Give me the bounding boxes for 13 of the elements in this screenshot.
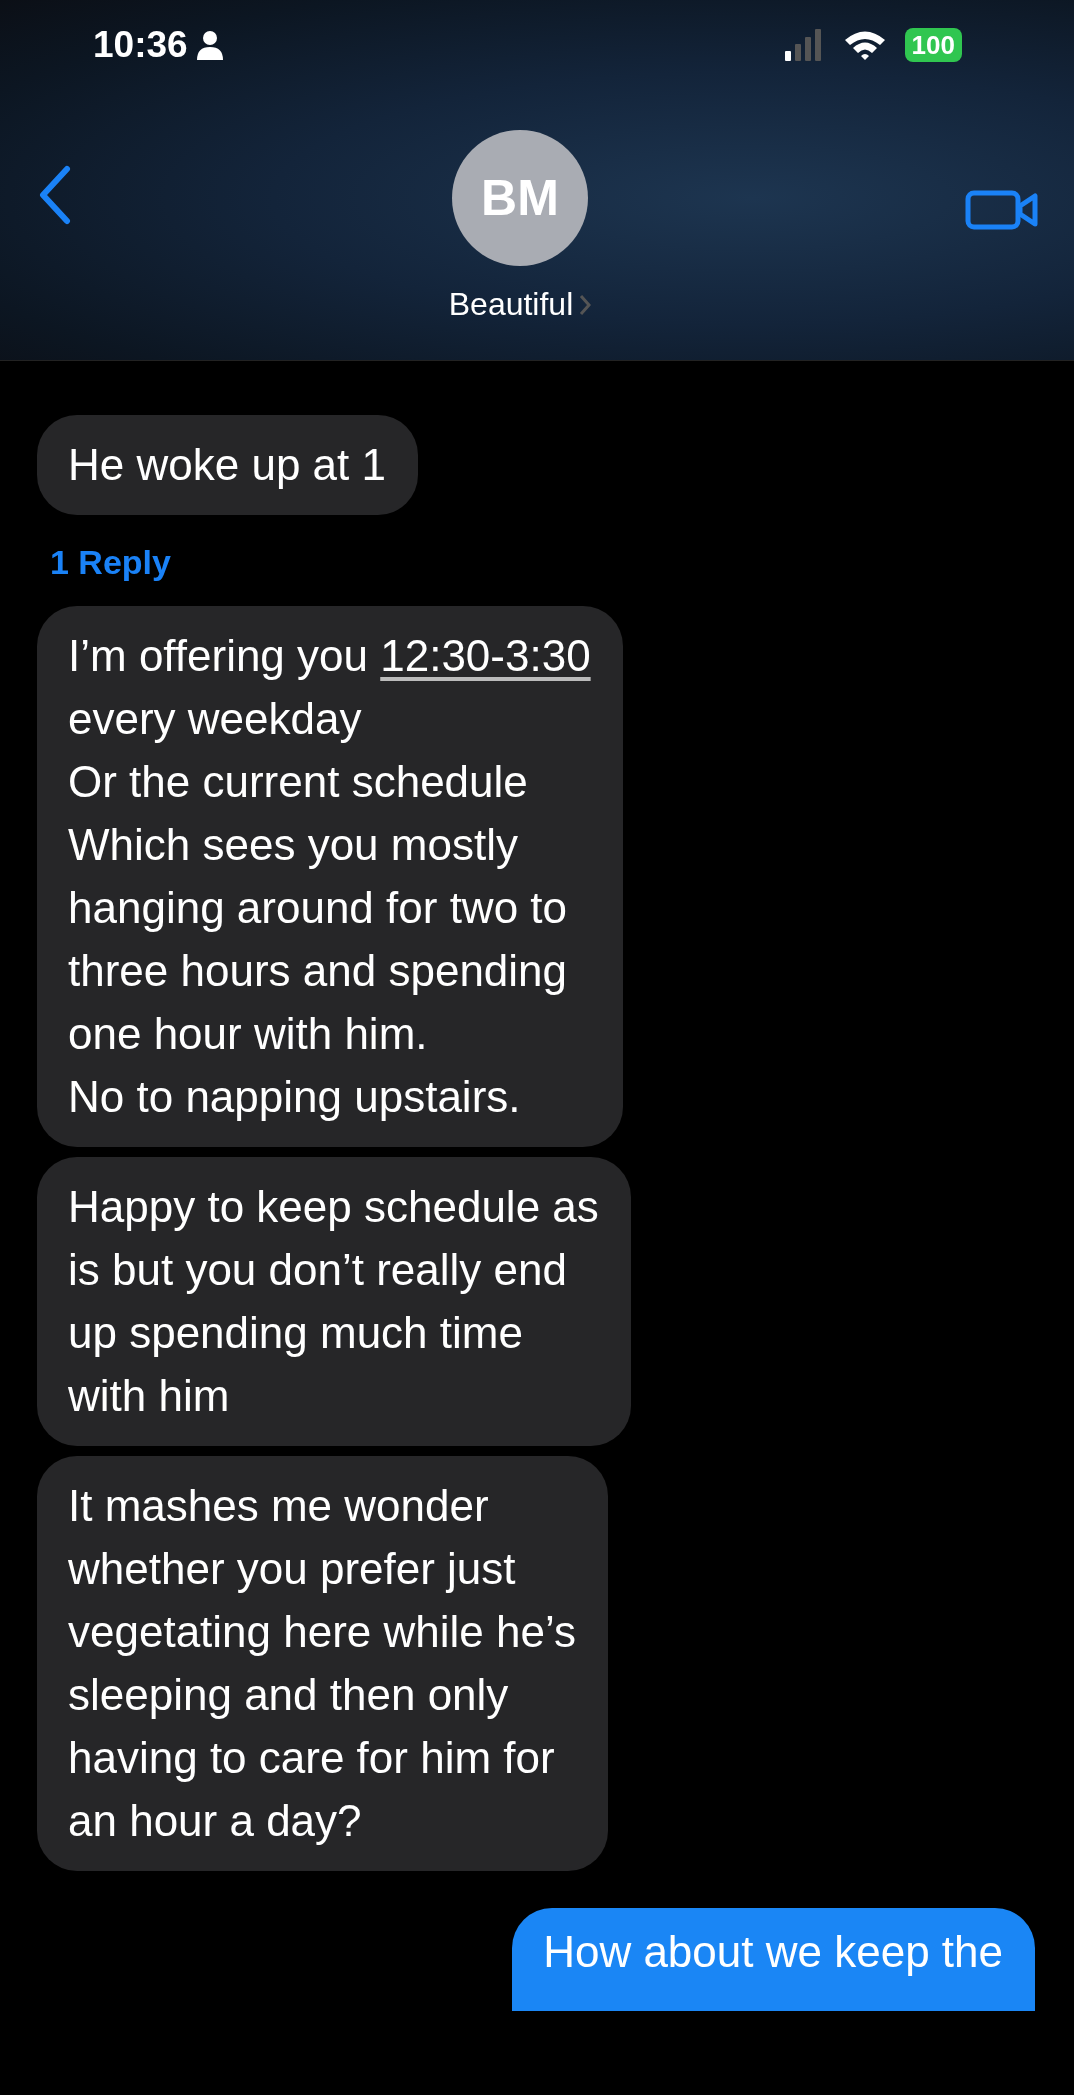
- message-bubble: I’m offering you 12:30-3:30 every weekday Or the current schedule Which sees you mostly hanging around for two to three hours and spending one hour with him. No to napping upstairs.: [37, 606, 623, 1147]
- message-bubble: He woke up at 1: [37, 415, 418, 515]
- time-link[interactable]: 12:30-3:30: [380, 631, 591, 680]
- message-bubble: It mashes me wonder whether you prefer just vegetating here while he’s sleeping and then only having to care for him for an hour a day?: [37, 1456, 608, 1871]
- contact-name[interactable]: Beautiful: [448, 286, 574, 323]
- message-bubble: Happy to keep schedule as is but you don’t really end up spending much time with him: [37, 1157, 631, 1446]
- chevron-icon[interactable]: [579, 293, 592, 316]
- sent-message-bubble: How about we keep the: [512, 1908, 1035, 2011]
- status-time: 10:36: [93, 24, 188, 66]
- battery-level: 100: [904, 28, 962, 62]
- reply-count-link[interactable]: 1 Reply: [50, 543, 1074, 582]
- video-call-icon[interactable]: [965, 188, 1039, 232]
- person-icon: [195, 30, 224, 60]
